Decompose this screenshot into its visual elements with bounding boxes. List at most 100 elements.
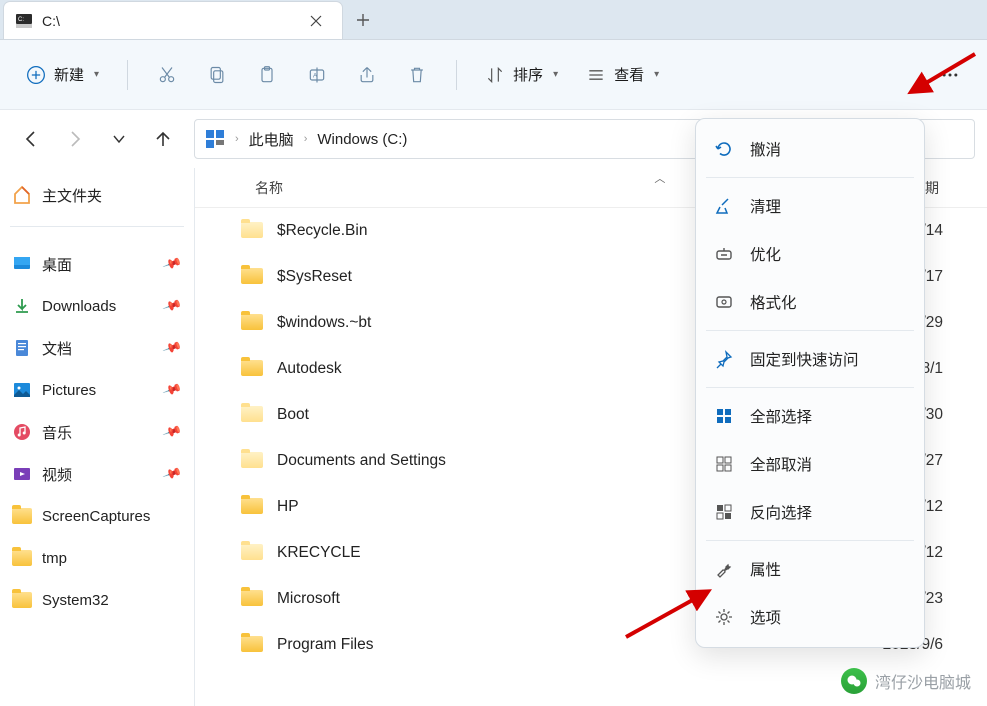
music-icon	[12, 422, 32, 442]
ellipsis-icon	[940, 65, 960, 85]
menu-select-all[interactable]: 全部选择	[696, 392, 924, 440]
format-icon	[714, 292, 734, 312]
sidebar-docs[interactable]: 文档 📌	[4, 327, 190, 369]
new-button[interactable]: 新建 ▾	[16, 55, 109, 95]
cmd-icon: C:	[16, 13, 32, 29]
sidebar-pictures[interactable]: Pictures 📌	[4, 369, 190, 411]
wechat-icon	[841, 668, 867, 694]
tab-title: C:\	[42, 13, 302, 29]
menu-undo[interactable]: 撤消	[696, 125, 924, 173]
chevron-down-icon: ▾	[94, 69, 99, 80]
sidebar-system32[interactable]: System32	[4, 579, 190, 621]
pin-icon: 📌	[161, 295, 182, 316]
sidebar-tmp[interactable]: tmp	[4, 537, 190, 579]
sidebar-sys32-label: System32	[42, 592, 109, 609]
sidebar-desktop[interactable]: 桌面 📌	[4, 243, 190, 285]
folder-icon	[241, 222, 263, 240]
menu-clean[interactable]: 清理	[696, 182, 924, 230]
copy-button[interactable]	[196, 55, 238, 95]
folder-icon	[241, 360, 263, 378]
pc-icon	[205, 129, 225, 149]
pin-icon	[714, 349, 734, 369]
menu-separator	[706, 330, 914, 331]
more-button[interactable]	[929, 55, 971, 95]
more-menu: 撤消 清理 优化 格式化 固定到快速访问 全部选择 全部取消 反向选择 属性 选…	[695, 118, 925, 648]
sidebar-home-label: 主文件夹	[42, 185, 102, 206]
menu-select-none[interactable]: 全部取消	[696, 440, 924, 488]
menu-select-invert[interactable]: 反向选择	[696, 488, 924, 536]
menu-options[interactable]: 选项	[696, 593, 924, 641]
list-icon	[586, 65, 606, 85]
sidebar: 主文件夹 桌面 📌 Downloads 📌 文档 📌 Pictures 📌 音乐…	[0, 168, 195, 706]
sidebar-home[interactable]: 主文件夹	[4, 174, 190, 216]
folder-icon	[241, 590, 263, 608]
bc-this-pc[interactable]: 此电脑	[249, 129, 294, 150]
sort-button[interactable]: 排序 ▾	[475, 55, 568, 95]
bc-drive[interactable]: Windows (C:)	[317, 131, 407, 148]
sidebar-video[interactable]: 视频 📌	[4, 453, 190, 495]
sort-icon	[485, 65, 505, 85]
sidebar-music-label: 音乐	[42, 422, 72, 443]
tab-active[interactable]: C: C:\	[3, 1, 343, 39]
rename-button[interactable]: A	[296, 55, 338, 95]
menu-optimize[interactable]: 优化	[696, 230, 924, 278]
recent-button[interactable]	[100, 120, 138, 158]
sidebar-pictures-label: Pictures	[42, 382, 96, 399]
watermark: 湾仔沙电脑城	[841, 668, 971, 694]
chevron-down-icon	[112, 132, 126, 146]
plus-circle-icon	[26, 65, 46, 85]
tab-bar: C: C:\	[0, 0, 987, 40]
folder-icon	[241, 452, 263, 470]
forward-button[interactable]	[56, 120, 94, 158]
arrow-right-icon	[66, 130, 84, 148]
wrench-icon	[714, 559, 734, 579]
share-button[interactable]	[346, 55, 388, 95]
download-icon	[12, 296, 32, 316]
rename-icon: A	[307, 65, 327, 85]
folder-icon	[241, 268, 263, 286]
menu-format[interactable]: 格式化	[696, 278, 924, 326]
sidebar-tmp-label: tmp	[42, 550, 67, 567]
tab-close-button[interactable]	[302, 7, 330, 35]
scissors-icon	[157, 65, 177, 85]
arrow-up-icon	[154, 130, 172, 148]
folder-icon	[241, 406, 263, 424]
menu-pin[interactable]: 固定到快速访问	[696, 335, 924, 383]
document-icon	[12, 338, 32, 358]
view-button[interactable]: 查看 ▾	[576, 55, 669, 95]
pin-icon: 📌	[161, 253, 182, 274]
up-button[interactable]	[144, 120, 182, 158]
arrow-left-icon	[22, 130, 40, 148]
sidebar-screencaptures[interactable]: ScreenCaptures	[4, 495, 190, 537]
folder-icon	[12, 590, 32, 610]
sidebar-downloads[interactable]: Downloads 📌	[4, 285, 190, 327]
svg-text:C:: C:	[18, 17, 24, 23]
new-tab-button[interactable]	[343, 1, 383, 39]
chevron-down-icon: ▾	[654, 69, 659, 80]
home-icon	[12, 185, 32, 205]
pin-icon: 📌	[161, 337, 182, 358]
cut-button[interactable]	[146, 55, 188, 95]
gear-icon	[714, 607, 734, 627]
svg-text:A: A	[313, 72, 318, 79]
select-all-icon	[714, 406, 734, 426]
bc-sep: ›	[304, 133, 308, 145]
pin-icon: 📌	[161, 379, 182, 400]
pin-icon: 📌	[161, 421, 182, 442]
sidebar-music[interactable]: 音乐 📌	[4, 411, 190, 453]
clipboard-icon	[257, 65, 277, 85]
sidebar-docs-label: 文档	[42, 338, 72, 359]
desktop-icon	[12, 254, 32, 274]
watermark-text: 湾仔沙电脑城	[875, 669, 971, 693]
copy-icon	[207, 65, 227, 85]
trash-icon	[407, 65, 427, 85]
folder-icon	[241, 636, 263, 654]
share-icon	[357, 65, 377, 85]
folder-icon	[12, 548, 32, 568]
delete-button[interactable]	[396, 55, 438, 95]
menu-properties[interactable]: 属性	[696, 545, 924, 593]
menu-separator	[706, 387, 914, 388]
folder-icon	[241, 314, 263, 332]
back-button[interactable]	[12, 120, 50, 158]
paste-button[interactable]	[246, 55, 288, 95]
